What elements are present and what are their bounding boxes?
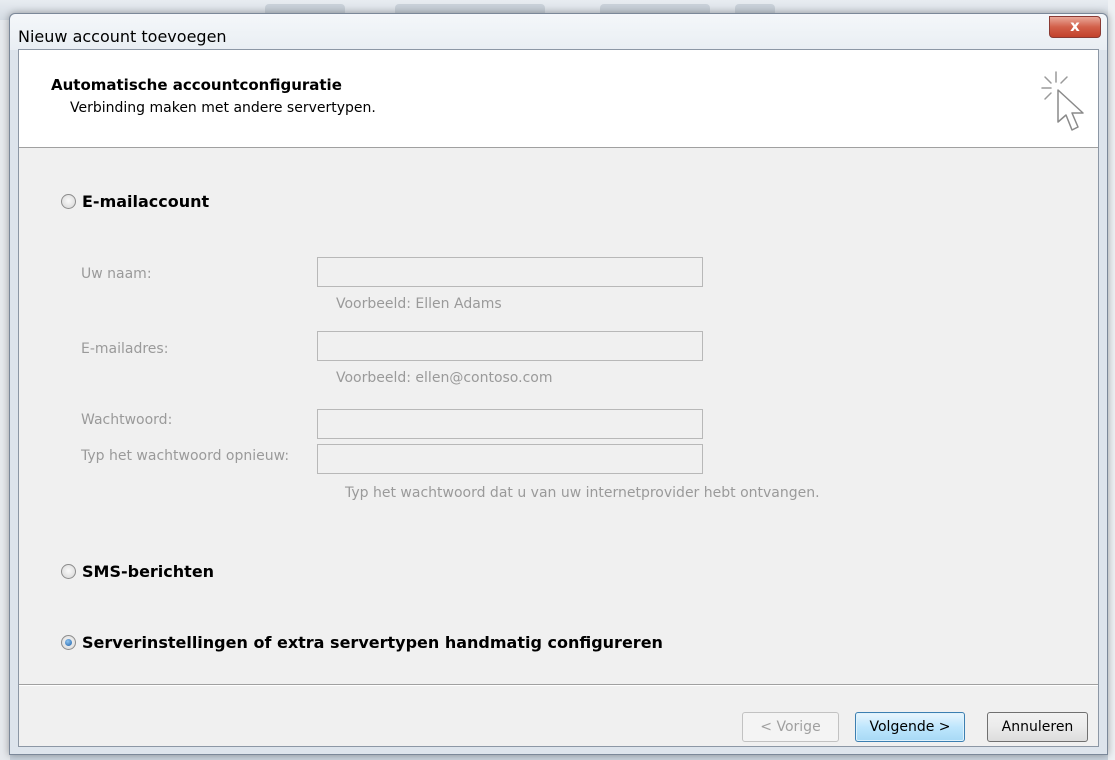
close-button[interactable]: x <box>1049 16 1101 38</box>
sms-option[interactable]: SMS-berichten <box>61 562 214 581</box>
email-field[interactable] <box>317 331 703 361</box>
title-bar[interactable]: Nieuw account toevoegen x <box>10 14 1107 50</box>
email-account-option[interactable]: E-mailaccount <box>61 192 209 211</box>
header-subtitle: Verbinding maken met andere servertypen. <box>70 100 376 116</box>
password-hint: Typ het wachtwoord dat u van uw internet… <box>345 485 820 501</box>
dialog-content: Automatische accountconfiguratie Verbind… <box>18 49 1099 747</box>
password-repeat-label: Typ het wachtwoord opnieuw: <box>81 448 290 464</box>
password-label: Wachtwoord: <box>81 412 173 428</box>
manual-config-option[interactable]: Serverinstellingen of extra servertypen … <box>61 633 663 652</box>
email-account-label: E-mailaccount <box>82 192 210 211</box>
name-field[interactable] <box>317 257 703 287</box>
sms-label: SMS-berichten <box>82 562 215 581</box>
header-title: Automatische accountconfiguratie <box>51 76 342 94</box>
close-icon: x <box>1070 17 1080 35</box>
email-hint: Voorbeeld: ellen@contoso.com <box>336 370 553 386</box>
next-button[interactable]: Volgende > <box>855 712 965 742</box>
manual-config-radio[interactable] <box>61 635 76 650</box>
password-repeat-field[interactable] <box>317 444 703 474</box>
cancel-button[interactable]: Annuleren <box>987 712 1088 742</box>
dialog-title: Nieuw account toevoegen <box>18 27 227 46</box>
password-field[interactable] <box>317 409 703 439</box>
email-account-radio[interactable] <box>61 194 76 209</box>
manual-config-label: Serverinstellingen of extra servertypen … <box>82 633 663 652</box>
background-window-edge <box>1108 0 1115 760</box>
email-label: E-mailadres: <box>81 341 169 357</box>
wizard-header: Automatische accountconfiguratie Verbind… <box>19 50 1098 148</box>
previous-button[interactable]: < Vorige <box>742 712 839 742</box>
sms-radio[interactable] <box>61 564 76 579</box>
footer-separator <box>19 684 1098 686</box>
name-label: Uw naam: <box>81 266 152 282</box>
cursor-sparkle-icon <box>1041 71 1084 131</box>
name-hint: Voorbeeld: Ellen Adams <box>336 296 502 312</box>
add-account-dialog: Nieuw account toevoegen x Automatische a… <box>9 13 1108 755</box>
